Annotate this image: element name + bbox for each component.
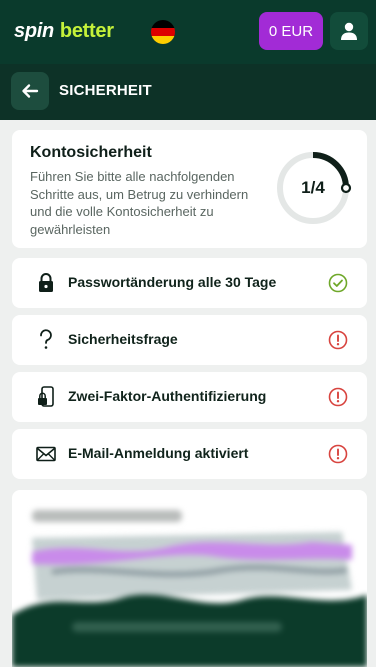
logo-spin-text: spin xyxy=(14,20,54,42)
phone-lock-icon xyxy=(34,385,58,409)
step-label: E-Mail-Anmeldung aktiviert xyxy=(68,445,249,461)
alert-circle-icon xyxy=(328,330,348,350)
question-icon xyxy=(34,328,58,352)
logo-better-text: better xyxy=(59,20,114,42)
balance-button[interactable]: 0 EUR xyxy=(259,12,323,50)
step-security-question[interactable]: Sicherheitsfrage xyxy=(12,315,367,365)
step-two-factor[interactable]: Zwei-Faktor-Authentifizierung xyxy=(12,372,367,422)
check-circle-icon xyxy=(328,273,348,293)
blurred-promo-banner xyxy=(12,490,367,667)
envelope-icon xyxy=(34,442,58,466)
arrow-left-icon xyxy=(22,84,39,98)
germany-flag-icon[interactable] xyxy=(151,20,175,44)
summary-description: Führen Sie bitte alle nachfolgenden Schr… xyxy=(30,169,249,237)
account-button[interactable] xyxy=(330,12,368,50)
lock-icon xyxy=(34,271,58,295)
promo-graphic xyxy=(12,510,367,667)
step-email-login[interactable]: E-Mail-Anmeldung aktiviert xyxy=(12,429,367,479)
top-header: spin better 0 EUR xyxy=(0,0,376,64)
alert-circle-icon xyxy=(328,387,348,407)
section-header: SICHERHEIT xyxy=(0,64,376,120)
user-icon xyxy=(341,22,357,40)
page-title: SICHERHEIT xyxy=(59,82,152,99)
step-label: Zwei-Faktor-Authentifizierung xyxy=(68,388,267,404)
back-button[interactable] xyxy=(11,72,49,110)
step-password-change[interactable]: Passwortänderung alle 30 Tage xyxy=(12,258,367,308)
step-label: Passwortänderung alle 30 Tage xyxy=(68,274,277,290)
alert-circle-icon xyxy=(328,444,348,464)
spinbetter-logo[interactable]: spin better xyxy=(14,20,114,44)
step-label: Sicherheitsfrage xyxy=(68,331,178,347)
summary-title: Kontosicherheit xyxy=(30,144,152,161)
progress-text: 1/4 xyxy=(301,178,325,197)
